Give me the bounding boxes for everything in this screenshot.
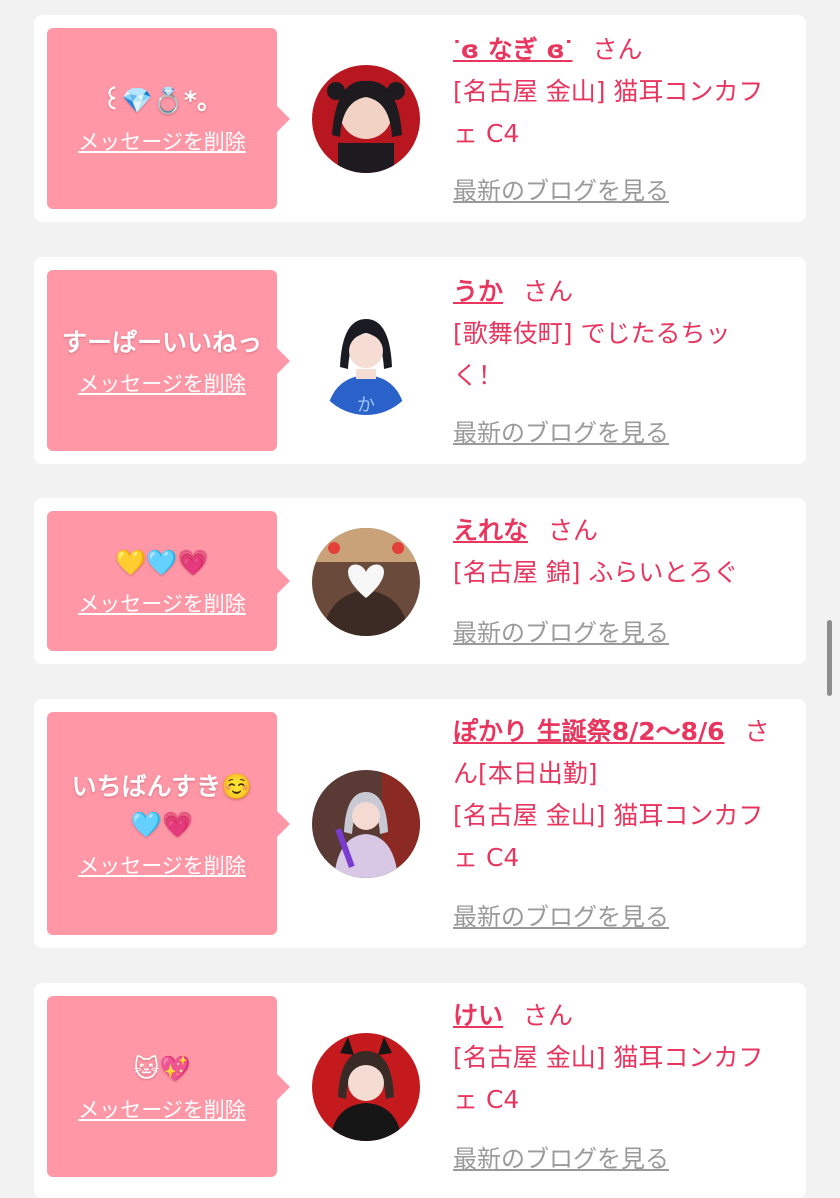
shop-line: ェ C4 xyxy=(453,843,520,872)
avatar[interactable] xyxy=(312,65,420,173)
shop-line: ェ C4 xyxy=(453,119,520,148)
latest-blog-link[interactable]: 最新のブログを見る xyxy=(453,413,669,448)
message-text-line2: 🩵💗 xyxy=(130,809,194,839)
delete-message-link[interactable]: メッセージを削除 xyxy=(78,1094,246,1124)
message-card: いちばんすき☺️ 🩵💗 メッセージを削除 ぽかり 生誕祭8/2〜8/6 さ ん[本… xyxy=(34,699,806,948)
message-text: ꒰💎💍*。 xyxy=(102,85,222,115)
svg-text:か: か xyxy=(357,395,375,415)
message-text: 🐱💖 xyxy=(133,1053,191,1083)
honorific: さん xyxy=(548,516,599,545)
shop-line: [名古屋 金山] 猫耳コンカフ xyxy=(453,77,764,106)
message-bubble: すーぱーいいねっ メッセージを削除 xyxy=(47,270,290,451)
message-bubble: 🐱💖 メッセージを削除 xyxy=(47,996,290,1177)
honorific: さん xyxy=(592,35,643,64)
user-info: けい さん [名古屋 金山] 猫耳コンカフ ェ C4 xyxy=(453,995,798,1121)
message-card: すーぱーいいねっ メッセージを削除 か うか さん [歌舞伎町] でじたるちッ く… xyxy=(34,257,806,464)
user-name-line: えれな さん xyxy=(453,510,798,552)
honorific: さん xyxy=(523,277,574,306)
user-name-line: うか さん xyxy=(453,271,798,313)
user-name-line: けい さん xyxy=(453,995,798,1037)
delete-message-link[interactable]: メッセージを削除 xyxy=(78,850,246,880)
user-info: ᐝɞ なぎ ɞᐝ さん [名古屋 金山] 猫耳コンカフ ェ C4 xyxy=(453,29,798,155)
message-card: ꒰💎💍*。 メッセージを削除 ᐝɞ なぎ ɞᐝ さん [名古屋 金山] 猫耳コンカ… xyxy=(34,15,806,222)
latest-blog-link[interactable]: 最新のブログを見る xyxy=(453,897,669,932)
message-bubble: いちばんすき☺️ 🩵💗 メッセージを削除 xyxy=(47,712,290,935)
scrollbar[interactable] xyxy=(827,620,832,696)
delete-message-link[interactable]: メッセージを削除 xyxy=(78,588,246,618)
user-name-link[interactable]: うか xyxy=(453,277,503,306)
user-name-link[interactable]: えれな xyxy=(453,516,528,545)
honorific: さん xyxy=(523,1001,574,1030)
user-name-link[interactable]: ᐝɞ なぎ ɞᐝ xyxy=(453,35,572,64)
shop-line: [名古屋 金山] 猫耳コンカフ xyxy=(453,1043,764,1072)
avatar[interactable] xyxy=(312,770,420,878)
message-bubble: 💛🩵💗 メッセージを削除 xyxy=(47,511,290,651)
avatar[interactable] xyxy=(312,1033,420,1141)
user-name-line: ᐝɞ なぎ ɞᐝ さん xyxy=(453,29,798,71)
latest-blog-link[interactable]: 最新のブログを見る xyxy=(453,171,669,206)
avatar[interactable]: か xyxy=(312,307,420,415)
message-text: いちばんすき☺️ xyxy=(71,771,253,801)
message-text: すーぱーいいねっ xyxy=(61,327,262,357)
delete-message-link[interactable]: メッセージを削除 xyxy=(78,368,246,398)
message-bubble: ꒰💎💍*。 メッセージを削除 xyxy=(47,28,290,209)
latest-blog-link[interactable]: 最新のブログを見る xyxy=(453,1139,669,1174)
shop-line: [歌舞伎町] でじたるちッ xyxy=(453,319,731,348)
user-name-link[interactable]: けい xyxy=(453,1001,503,1030)
user-name-link[interactable]: ぽかり 生誕祭8/2〜8/6 xyxy=(453,717,725,746)
message-text: 💛🩵💗 xyxy=(115,548,209,577)
user-info: ぽかり 生誕祭8/2〜8/6 さ ん[本日出勤] [名古屋 金山] 猫耳コンカフ … xyxy=(453,711,798,879)
name-line-2: ん[本日出勤] xyxy=(453,759,598,788)
avatar[interactable] xyxy=(312,528,420,636)
user-info: うか さん [歌舞伎町] でじたるちッ く！ xyxy=(453,271,798,397)
user-name-line: ぽかり 生誕祭8/2〜8/6 さ xyxy=(453,711,798,753)
shop-line: [名古屋 錦] ふらいとろぐ xyxy=(453,558,739,587)
delete-message-link[interactable]: メッセージを削除 xyxy=(78,126,246,156)
shop-line: [名古屋 金山] 猫耳コンカフ xyxy=(453,801,764,830)
latest-blog-link[interactable]: 最新のブログを見る xyxy=(453,613,669,648)
user-info: えれな さん [名古屋 錦] ふらいとろぐ xyxy=(453,510,798,594)
shop-line: ェ C4 xyxy=(453,1085,520,1114)
message-card: 💛🩵💗 メッセージを削除 えれな さん [名古屋 錦] ふらいとろぐ 最新のブログ… xyxy=(34,498,806,664)
shop-line: く！ xyxy=(453,361,504,390)
honorific: さ xyxy=(744,717,770,746)
message-card: 🐱💖 メッセージを削除 けい さん [名古屋 金山] 猫耳コンカフ ェ C4 最新… xyxy=(34,983,806,1198)
